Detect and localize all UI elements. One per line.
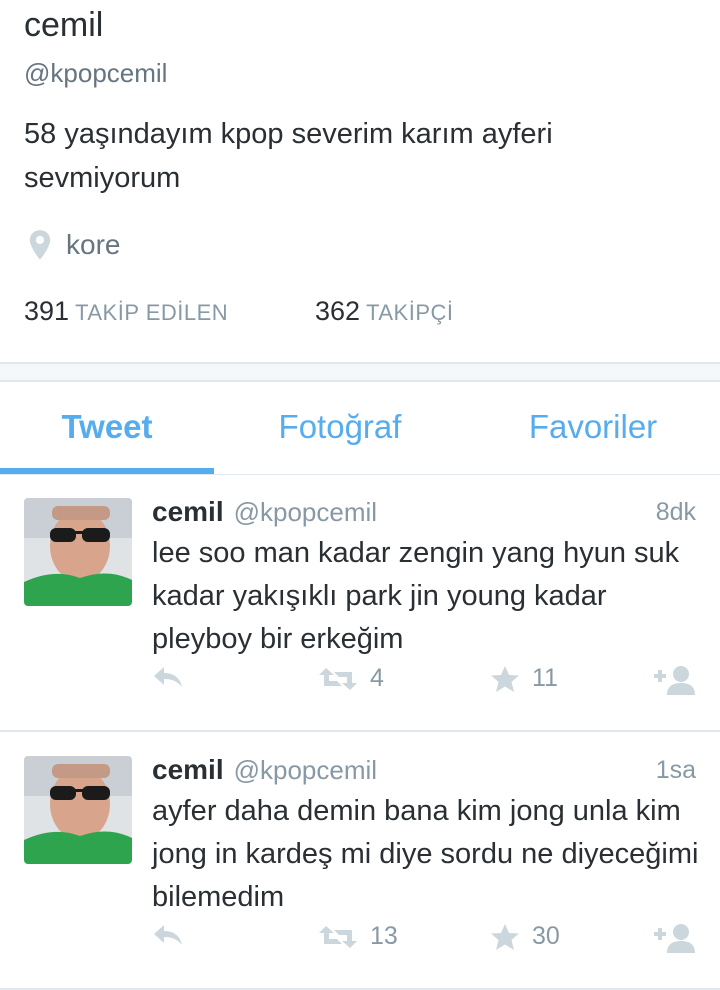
tweet-text: lee soo man kadar zengin yang hyun suk k… [152,537,680,655]
follow-button[interactable] [652,922,696,954]
tab-tweet[interactable]: Tweet [0,380,214,474]
tweet-text: ayfer daha demin bana kim jong unla kim … [152,795,699,913]
tab-favoriler[interactable]: Favoriler [480,380,706,474]
reply-icon [154,667,182,687]
reply-button[interactable] [152,664,184,690]
retweet-count: 4 [370,664,384,692]
retweet-button[interactable]: 13 [318,922,398,951]
profile-stats: 391 TAKİP EDİLEN 362 TAKİPÇİ [24,296,720,330]
tweet-actions: 4 11 [0,664,720,704]
tweet-header: cemil @kpopcemil 8dk [152,496,696,532]
retweet-icon [319,667,357,690]
avatar[interactable] [24,756,132,864]
retweet-icon [319,925,357,948]
tab-fotograf[interactable]: Fotoğraf [234,380,446,474]
tweet-actions: 13 30 [0,922,720,962]
profile-location: kore [26,228,120,262]
location-text: kore [66,229,121,260]
tweet-timestamp[interactable]: 1sa [656,756,696,785]
profile-tabs: Tweet Fotoğraf Favoriler [0,380,720,475]
star-icon [491,665,519,692]
following-count: 391 [24,296,70,326]
tab-favoriler-label: Favoriler [528,408,658,445]
tweet-item[interactable]: cemil @kpopcemil 1sa ayfer daha demin ban… [0,732,720,990]
profile-bio: 58 yaşındayım kpop severim karım ayferi … [24,118,553,194]
tweet-header: cemil @kpopcemil 1sa [152,754,696,790]
follow-user-icon [654,666,695,695]
followers-label: TAKİPÇİ [366,300,454,325]
followers-count: 362 [315,296,361,326]
follow-button[interactable] [652,664,696,696]
tweet-item[interactable]: cemil @kpopcemil 8dk lee soo man kadar ze… [0,474,720,732]
tweet-author-handle[interactable]: @kpopcemil [234,497,377,527]
tweet-author-handle[interactable]: @kpopcemil [234,755,377,785]
followers-stat[interactable]: 362 TAKİPÇİ [315,296,454,327]
avatar[interactable] [24,498,132,606]
retweet-button[interactable]: 4 [318,664,384,693]
tweet-timestamp[interactable]: 8dk [656,498,696,527]
following-stat[interactable]: 391 TAKİP EDİLEN [24,296,228,327]
favorite-button[interactable]: 30 [490,922,560,951]
location-pin-icon [29,230,51,260]
star-icon [491,923,519,950]
profile-handle[interactable]: @kpopcemil [24,58,167,89]
favorite-count: 11 [532,664,558,692]
favorite-count: 30 [532,922,560,950]
section-divider [0,362,720,382]
profile-name: cemil [24,6,104,44]
tab-fotograf-label: Fotoğraf [278,408,402,445]
tweet-author-name[interactable]: cemil [152,754,224,785]
follow-user-icon [654,924,695,953]
following-label: TAKİP EDİLEN [75,300,229,325]
tab-tweet-label: Tweet [61,408,153,445]
reply-icon [154,925,182,945]
favorite-button[interactable]: 11 [490,664,558,693]
tweet-author-name[interactable]: cemil [152,496,224,527]
retweet-count: 13 [370,922,398,950]
reply-button[interactable] [152,922,184,948]
